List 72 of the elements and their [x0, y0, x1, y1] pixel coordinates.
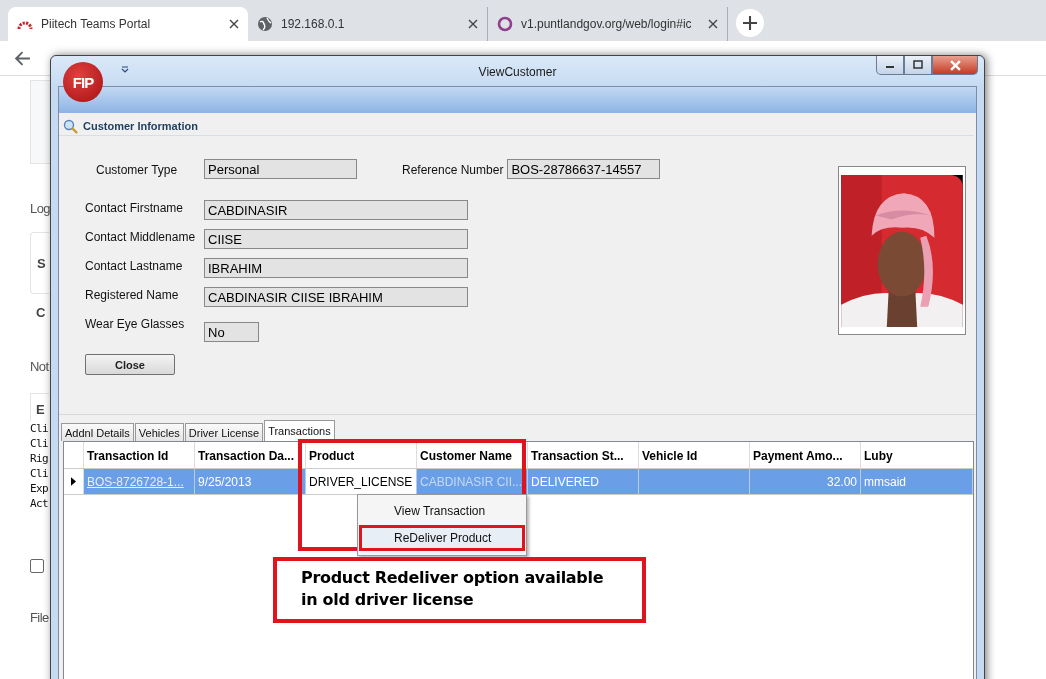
browser-tab[interactable]: 192.168.0.1	[248, 7, 488, 41]
close-icon[interactable]	[708, 19, 718, 29]
checkbox[interactable]	[30, 559, 44, 573]
table-cell: 9/25/2013	[195, 469, 306, 494]
browser-tab[interactable]: v1.puntlandgov.org/web/login#ic	[488, 7, 728, 41]
minimize-button[interactable]	[876, 56, 904, 75]
ring-icon	[497, 16, 513, 32]
menu-item[interactable]: ReDeliver Product	[359, 525, 525, 551]
page-text: Not	[30, 358, 49, 376]
field-label: Contact Lastname	[85, 258, 184, 273]
tab[interactable]: Vehicles	[134, 423, 184, 441]
plus-icon	[743, 16, 757, 30]
text-field[interactable]: No	[204, 322, 259, 342]
magnifier-icon	[63, 119, 79, 135]
table-cell: DRIVER_LICENSE	[306, 469, 417, 494]
close-icon[interactable]	[229, 19, 239, 29]
column-header[interactable]: Transaction Da...	[195, 442, 306, 468]
text-field[interactable]: Personal	[204, 159, 357, 179]
page-heading: S	[37, 255, 46, 271]
menu-item[interactable]: View Transaction	[359, 498, 525, 524]
table-row[interactable]: BOS-8726728-1... 9/25/2013 DRIVER_LICENSE CABDINASIR CII... DELIVERED 32.00 mmsaid	[64, 469, 973, 495]
table-cell: mmsaid	[861, 469, 973, 494]
field-label: Customer Type	[95, 161, 179, 177]
code-line: Cli	[30, 466, 49, 481]
page-tab[interactable]: E	[30, 393, 49, 421]
column-header[interactable]: Customer Name	[417, 442, 528, 468]
table-cell: 32.00	[750, 469, 861, 494]
new-tab-button[interactable]	[736, 9, 764, 37]
text-field[interactable]: CABDINASIR CIISE IBRAHIM	[204, 287, 468, 307]
globe-icon	[257, 16, 273, 32]
column-header[interactable]: Payment Amo...	[750, 442, 861, 468]
text-field[interactable]: IBRAHIM	[204, 258, 468, 278]
app-logo[interactable]: FIP	[63, 62, 103, 102]
column-header[interactable]: Transaction Id	[84, 442, 195, 468]
text-field[interactable]: CABDINASIR	[204, 200, 468, 220]
field-label: Registered Name	[85, 287, 180, 302]
field-label: Contact Middlename	[85, 229, 197, 244]
tab[interactable]: Addnl Details	[61, 423, 134, 441]
row-pointer-icon	[71, 477, 76, 486]
column-header[interactable]: Vehicle Id	[639, 442, 750, 468]
page-text: Log	[30, 200, 50, 218]
close-icon	[949, 59, 961, 71]
maximize-button[interactable]	[904, 56, 932, 75]
text-field[interactable]: BOS-28786637-14557	[507, 159, 661, 179]
table-cell: CABDINASIR CII...	[417, 469, 528, 494]
page-heading: C	[35, 304, 46, 322]
tab[interactable]: Transactions	[264, 420, 335, 441]
code-line: Rig	[30, 451, 49, 466]
close-button[interactable]: Close	[85, 354, 175, 375]
field-label: Contact Firstname	[85, 200, 185, 215]
code-line: Cli	[30, 421, 49, 436]
annotation-text: Product Redeliver option available in old driver license	[301, 567, 605, 611]
window-title: ViewCustomer	[478, 65, 557, 79]
tab[interactable]: Driver License	[184, 423, 264, 441]
table-cell: DELIVERED	[528, 469, 639, 494]
text-field[interactable]: CIISE	[204, 229, 468, 249]
caret-icon[interactable]	[121, 66, 129, 74]
code-line: Cli	[30, 436, 49, 451]
maximize-icon	[913, 60, 923, 70]
column-header[interactable]: Luby	[861, 442, 973, 468]
page-text: File	[30, 609, 49, 627]
field-label: Reference Number	[402, 161, 504, 177]
close-icon[interactable]	[468, 19, 478, 29]
browser-tab[interactable]: Piitech Teams Portal	[8, 7, 248, 41]
code-line: Exp	[30, 481, 49, 496]
field-label: Wear Eye Glasses	[85, 316, 186, 331]
back-arrow-icon[interactable]	[14, 49, 31, 67]
close-button[interactable]	[932, 56, 978, 75]
group-title: Customer Information	[83, 120, 198, 134]
code-line: Act	[30, 496, 49, 511]
column-header[interactable]: Transaction St...	[528, 442, 639, 468]
column-header[interactable]: Product	[306, 442, 417, 468]
